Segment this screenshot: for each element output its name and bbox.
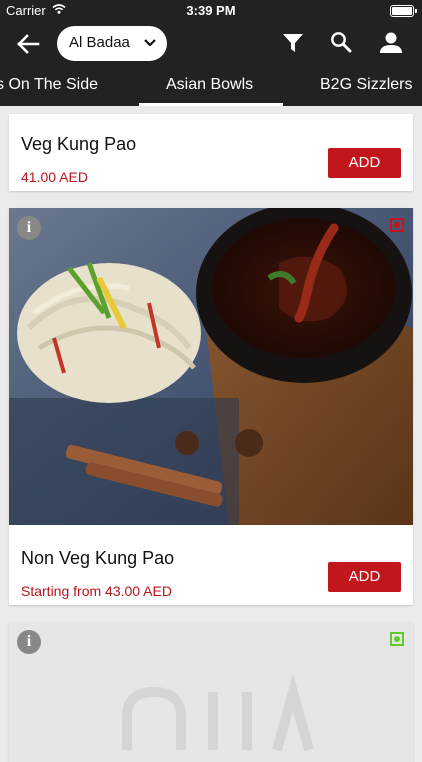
active-tab-indicator [139,103,283,106]
branch-label: Al Badaa [69,34,130,51]
branch-selector[interactable]: Al Badaa [57,26,167,61]
info-icon[interactable]: i [17,216,41,240]
menu-item-card: i [9,622,413,762]
add-button[interactable]: ADD [328,148,401,178]
user-icon[interactable] [379,32,403,54]
menu-item-price: Starting from 43.00 AED [21,583,172,599]
app-header: Carrier 3:39 PM Al Badaa s On The Side A… [0,0,422,106]
dish-image [9,208,413,525]
menu-item-name: Veg Kung Pao [21,134,137,154]
placeholder-image [9,622,413,762]
menu-item-price: 41.00 AED [21,169,88,185]
status-time: 3:39 PM [186,3,236,18]
non-veg-icon [390,218,404,232]
info-icon[interactable]: i [17,630,41,654]
add-button[interactable]: ADD [328,562,401,592]
tab-on-the-side[interactable]: s On The Side [0,76,98,94]
veg-icon [390,632,404,646]
status-bar: Carrier 3:39 PM [0,0,422,22]
filter-icon[interactable] [282,32,304,54]
tab-asian-bowls[interactable]: Asian Bowls [166,76,253,94]
category-tabs: s On The Side Asian Bowls B2G Sizzlers [0,66,422,106]
menu-item-card: i Non Veg Kung Pao Starting from 43.00 A… [9,208,413,605]
menu-item-card: Veg Kung Pao 41.00 AED ADD [9,114,413,191]
back-arrow-icon[interactable] [16,32,42,56]
tab-b2g-sizzlers[interactable]: B2G Sizzlers [320,76,412,94]
chevron-down-icon [144,39,156,47]
battery-icon [390,5,417,17]
nav-bar: Al Badaa [0,22,422,66]
search-icon[interactable] [330,31,352,53]
menu-item-name: Non Veg Kung Pao [21,548,175,568]
